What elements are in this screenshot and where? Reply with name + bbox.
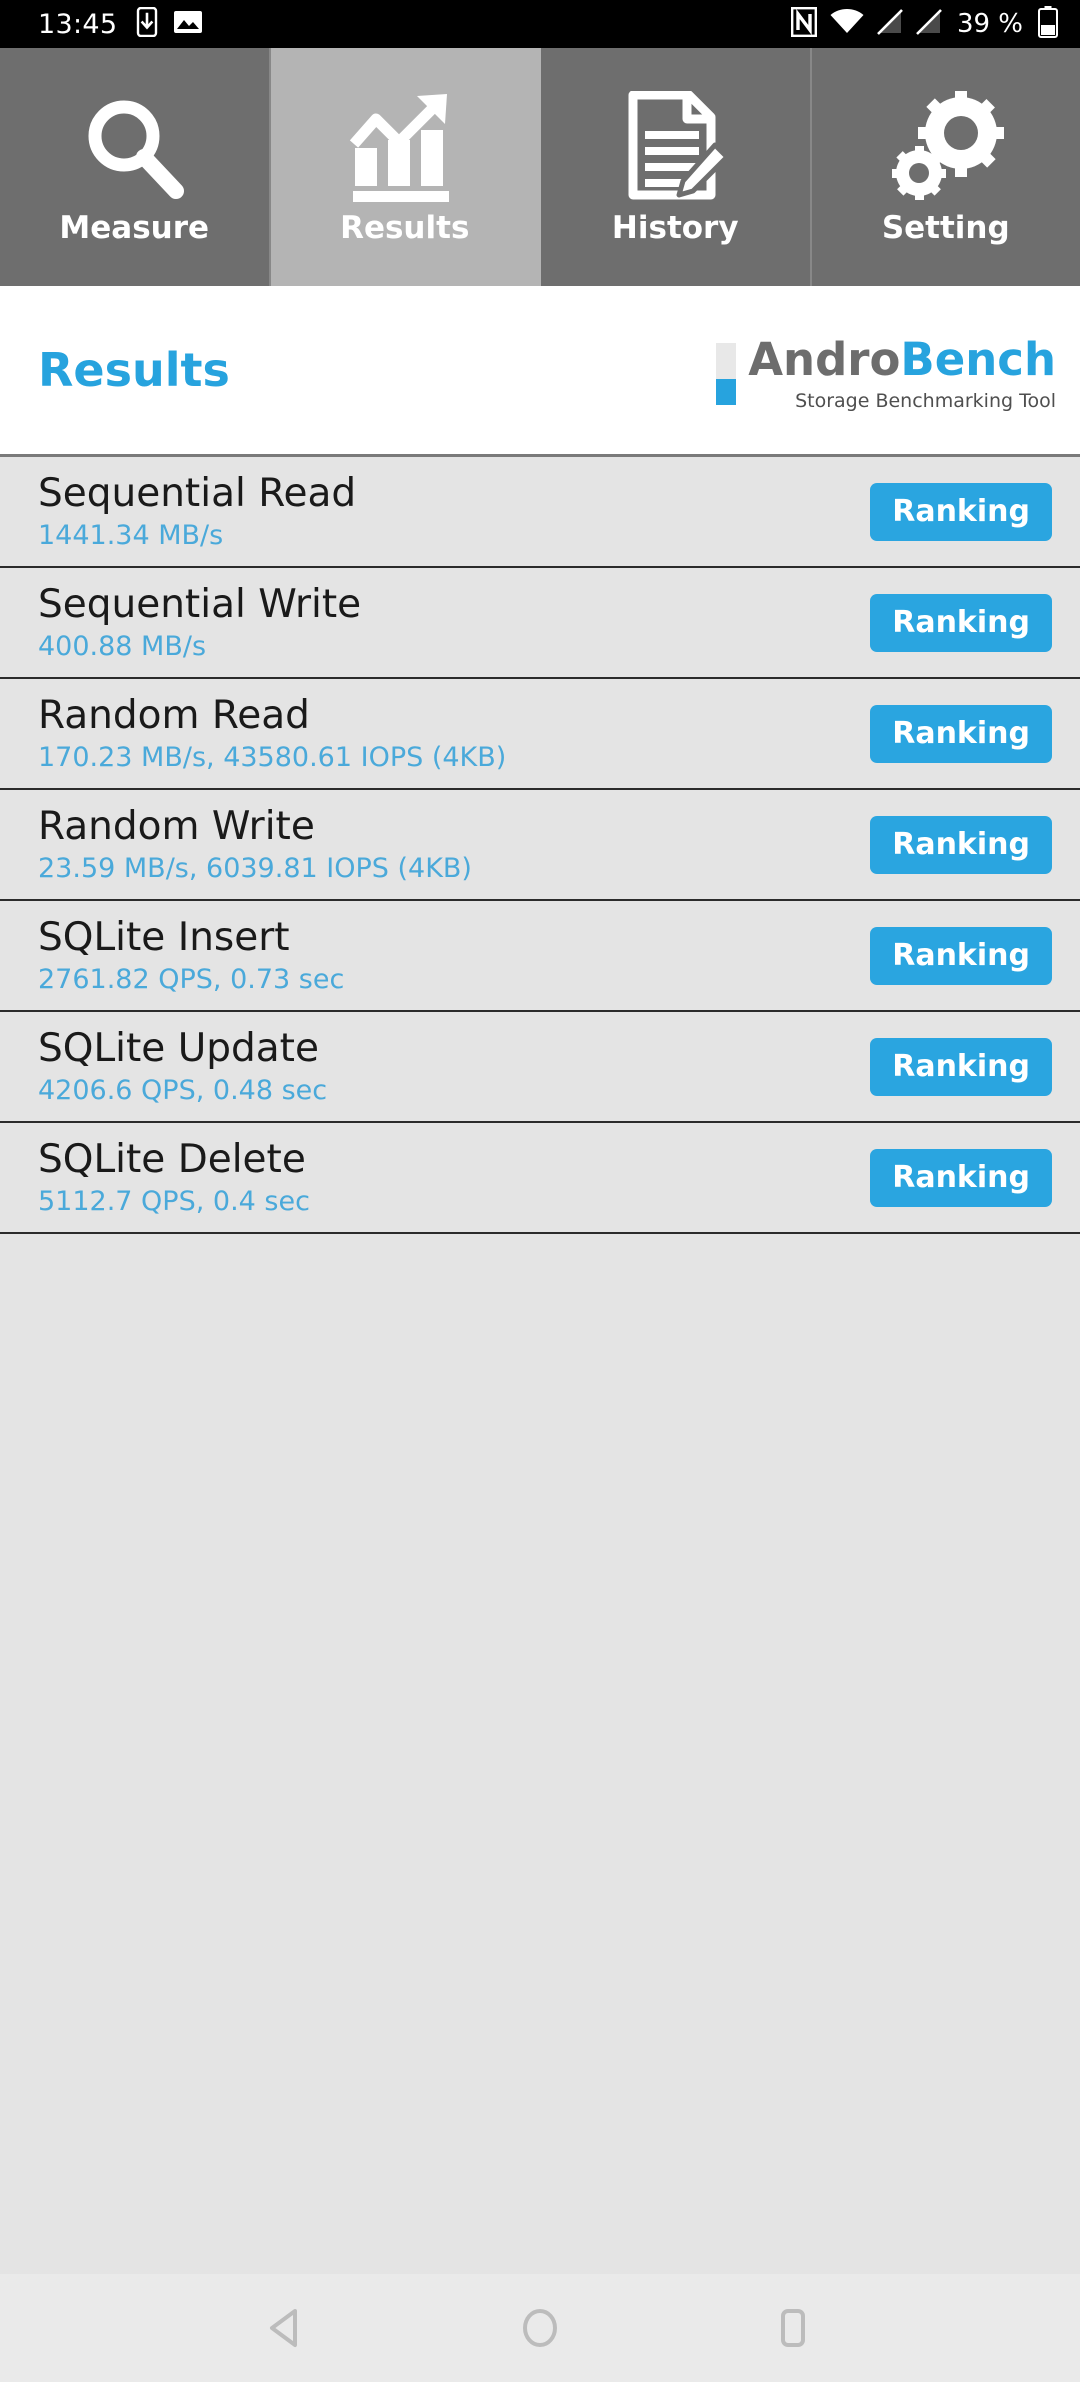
tab-setting[interactable]: Setting	[812, 48, 1080, 286]
result-name: Sequential Read	[38, 473, 870, 515]
status-bar-system-icons: 39 %	[791, 6, 1058, 42]
ranking-button[interactable]: Ranking	[870, 1038, 1052, 1096]
list-empty-space	[0, 1234, 1080, 2274]
result-value: 2761.82 QPS, 0.73 sec	[38, 966, 870, 994]
tab-history-label: History	[612, 210, 739, 246]
main-tab-bar: Measure Results	[0, 48, 1080, 286]
logo-text: AndroBench Storage Benchmarking Tool	[748, 337, 1056, 412]
recents-square-icon[interactable]	[738, 2306, 848, 2350]
result-texts: Sequential Read 1441.34 MB/s	[38, 473, 870, 550]
phone-download-icon	[135, 7, 159, 41]
signal-off-icon	[916, 9, 942, 39]
document-pencil-icon	[623, 88, 727, 206]
table-row[interactable]: SQLite Update 4206.6 QPS, 0.48 sec Ranki…	[0, 1012, 1080, 1123]
tab-results-label: Results	[340, 210, 469, 246]
signal-off-icon	[877, 9, 903, 39]
result-value: 5112.7 QPS, 0.4 sec	[38, 1188, 870, 1216]
result-name: Random Write	[38, 806, 870, 848]
table-row[interactable]: SQLite Insert 2761.82 QPS, 0.73 sec Rank…	[0, 901, 1080, 1012]
ranking-button[interactable]: Ranking	[870, 927, 1052, 985]
status-bar-notification-icons	[135, 7, 203, 41]
ranking-button[interactable]: Ranking	[870, 816, 1052, 874]
back-triangle-icon[interactable]	[232, 2306, 342, 2350]
result-name: SQLite Delete	[38, 1139, 870, 1181]
logo-bench-part: Bench	[900, 333, 1056, 386]
result-value: 1441.34 MB/s	[38, 522, 870, 550]
result-texts: Random Write 23.59 MB/s, 6039.81 IOPS (4…	[38, 806, 870, 883]
page-header: Results AndroBench Storage Benchmarking …	[0, 286, 1080, 454]
ranking-button[interactable]: Ranking	[870, 594, 1052, 652]
result-value: 400.88 MB/s	[38, 633, 870, 661]
tab-results[interactable]: Results	[271, 48, 542, 286]
logo-andro-part: Andro	[748, 333, 900, 386]
home-circle-icon[interactable]	[485, 2306, 595, 2350]
wifi-icon	[830, 9, 864, 39]
result-name: Random Read	[38, 695, 870, 737]
result-texts: Sequential Write 400.88 MB/s	[38, 584, 870, 661]
result-texts: SQLite Delete 5112.7 QPS, 0.4 sec	[38, 1139, 870, 1216]
logo-wordmark: AndroBench	[748, 337, 1056, 382]
result-value: 23.59 MB/s, 6039.81 IOPS (4KB)	[38, 855, 870, 883]
tab-measure-label: Measure	[59, 210, 209, 246]
result-texts: SQLite Insert 2761.82 QPS, 0.73 sec	[38, 917, 870, 994]
result-value: 4206.6 QPS, 0.48 sec	[38, 1077, 870, 1105]
androbench-logo: AndroBench Storage Benchmarking Tool	[716, 329, 1056, 412]
ranking-button[interactable]: Ranking	[870, 483, 1052, 541]
image-icon	[173, 9, 203, 39]
result-texts: Random Read 170.23 MB/s, 43580.61 IOPS (…	[38, 695, 870, 772]
battery-percent-label: 39 %	[957, 9, 1023, 39]
table-row[interactable]: Sequential Write 400.88 MB/s Ranking	[0, 568, 1080, 679]
battery-icon	[1038, 6, 1058, 42]
table-row[interactable]: Random Write 23.59 MB/s, 6039.81 IOPS (4…	[0, 790, 1080, 901]
ranking-button[interactable]: Ranking	[870, 1149, 1052, 1207]
table-row[interactable]: Random Read 170.23 MB/s, 43580.61 IOPS (…	[0, 679, 1080, 790]
gears-icon	[887, 88, 1005, 206]
bar-chart-arrow-icon	[349, 88, 461, 206]
nfc-icon	[791, 7, 817, 41]
result-name: SQLite Insert	[38, 917, 870, 959]
result-name: Sequential Write	[38, 584, 870, 626]
tab-measure[interactable]: Measure	[0, 48, 271, 286]
status-bar-clock: 13:45	[38, 9, 117, 40]
status-bar: 13:45	[0, 0, 1080, 48]
android-navigation-bar	[0, 2274, 1080, 2382]
magnifier-icon	[79, 88, 189, 206]
result-texts: SQLite Update 4206.6 QPS, 0.48 sec	[38, 1028, 870, 1105]
table-row[interactable]: SQLite Delete 5112.7 QPS, 0.4 sec Rankin…	[0, 1123, 1080, 1234]
logo-bar-icon	[716, 343, 736, 405]
page-title: Results	[38, 343, 230, 397]
result-name: SQLite Update	[38, 1028, 870, 1070]
result-value: 170.23 MB/s, 43580.61 IOPS (4KB)	[38, 744, 870, 772]
results-list: Sequential Read 1441.34 MB/s Ranking Seq…	[0, 454, 1080, 1234]
tab-history[interactable]: History	[541, 48, 812, 286]
tab-setting-label: Setting	[882, 210, 1010, 246]
logo-subtitle: Storage Benchmarking Tool	[748, 390, 1056, 412]
table-row[interactable]: Sequential Read 1441.34 MB/s Ranking	[0, 457, 1080, 568]
ranking-button[interactable]: Ranking	[870, 705, 1052, 763]
